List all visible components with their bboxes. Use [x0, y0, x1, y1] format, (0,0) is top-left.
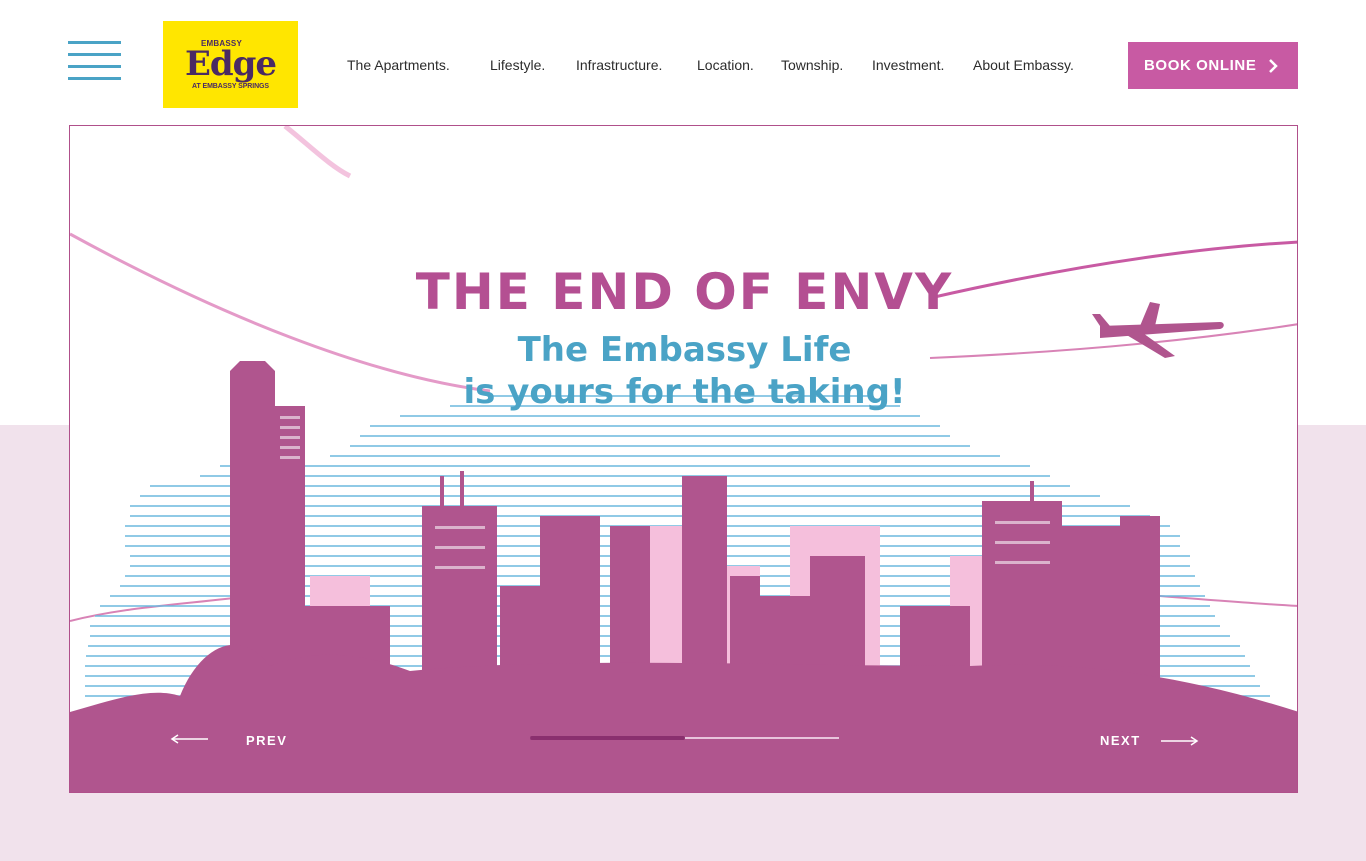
nav-item-lifestyle[interactable]: Lifestyle. — [490, 57, 545, 73]
hamburger-menu-icon[interactable] — [68, 41, 121, 89]
site-header: EMBASSY Edge AT EMBASSY SPRINGS The Apar… — [0, 0, 1366, 125]
hero-slider: THE END OF ENVY The Embassy Life is your… — [69, 125, 1298, 793]
next-button[interactable]: NEXT — [1100, 730, 1199, 750]
prev-button[interactable]: PREV — [170, 730, 287, 750]
slide-progress-track[interactable] — [530, 736, 839, 740]
hero-subline-2: is yours for the taking! — [463, 372, 906, 412]
arrow-right-icon — [1160, 736, 1199, 746]
hero-headline: THE END OF ENVY — [415, 263, 954, 321]
logo-bottom-text: AT EMBASSY SPRINGS — [192, 83, 269, 90]
slide-progress-fill — [530, 736, 685, 740]
logo-main-text: Edge — [184, 44, 277, 84]
nav-item-investment[interactable]: Investment. — [872, 57, 944, 73]
skyline-buildings — [70, 361, 1297, 716]
nav-item-about-embassy[interactable]: About Embassy. — [973, 57, 1074, 73]
arrow-left-icon — [170, 734, 208, 744]
nav-item-location[interactable]: Location. — [697, 57, 754, 73]
site-logo[interactable]: EMBASSY Edge AT EMBASSY SPRINGS — [163, 21, 298, 108]
prev-label: PREV — [246, 732, 288, 748]
slider-control-bar — [70, 712, 1297, 792]
nav-item-infrastructure[interactable]: Infrastructure. — [576, 57, 662, 73]
book-online-button[interactable]: BOOK ONLINE — [1128, 42, 1298, 89]
nav-item-township[interactable]: Township. — [781, 57, 843, 73]
book-online-label: BOOK ONLINE — [1144, 57, 1257, 74]
next-label: NEXT — [1100, 732, 1141, 748]
city-skyline-illustration — [70, 126, 1297, 716]
nav-item-apartments[interactable]: The Apartments. — [347, 57, 450, 73]
hero-subline-1: The Embassy Life — [517, 330, 852, 370]
chevron-right-icon — [1269, 59, 1278, 73]
